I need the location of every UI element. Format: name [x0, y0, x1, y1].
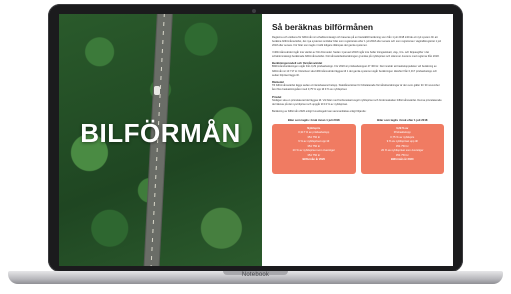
- comparison-boxes: Bilar som tagits i bruk innan 1 juli 201…: [272, 118, 444, 174]
- section-paragraph: Bilförmånsberäkningen utgår från 0,29 pr…: [272, 65, 437, 77]
- laptop: BILFÖRMÅN Så beräknas bilförmånen Regler…: [0, 0, 511, 294]
- card-line: 0,75 % av nybilspris: [390, 135, 415, 139]
- cover-page: BILFÖRMÅN: [59, 14, 262, 266]
- card-line: 20 % av nybilspriset som överstiger: [381, 149, 424, 153]
- webcam-icon: [252, 9, 256, 13]
- card-line: Bilförmån år 2020: [302, 158, 326, 162]
- card-line: Prisbasbelopp: [393, 131, 411, 135]
- card-line: 0,29 % av: [396, 126, 409, 130]
- card-line: 354 750 kr: [395, 153, 409, 157]
- card-line: 20 % av nybilspriset som överstiger: [292, 149, 335, 153]
- laptop-screen: BILFÖRMÅN Så beräknas bilförmånen Regler…: [59, 14, 453, 266]
- article-title: Så beräknas bilförmånen: [272, 22, 374, 32]
- card-line: 9 % av nybilspriset upp till: [386, 140, 418, 144]
- closing-paragraph: Beräkning av bilförmån 2020 enligt huvud…: [272, 109, 367, 113]
- card-line: 354 750 kr: [307, 153, 321, 157]
- comparison-heading: Bilar som tagits i bruk efter 1 juli 201…: [377, 117, 428, 122]
- comparison-column-before: Bilar som tagits i bruk innan 1 juli 201…: [272, 118, 356, 174]
- card-line: Bilförmån år 2020: [390, 158, 414, 162]
- card-line: 9 % av nybilspriset upp till: [298, 140, 330, 144]
- intro-paragraph: Reglerna och värdena för bilförmån är sc…: [272, 36, 441, 48]
- card-line: 354 750 kr: [395, 144, 409, 148]
- card-line: 0,317 % av prisbasbelopp: [298, 131, 330, 135]
- article-page: Så beräknas bilförmånen Reglerna och vär…: [262, 14, 453, 266]
- comparison-column-after: Bilar som tagits i bruk efter 1 juli 201…: [360, 117, 444, 174]
- comparison-card: Nybilspris 0,317 % av prisbasbelopp 354 …: [272, 123, 356, 174]
- card-line: Nybilspris: [307, 126, 321, 130]
- section-paragraph: Till bilförmånsvärdet läggs sedan ett rä…: [272, 84, 440, 92]
- device-brand-label: Notebook: [241, 272, 270, 278]
- intro-paragraph-2: I bilförmånsvärdet ingår inte värdet av …: [272, 50, 440, 58]
- card-line: 354 750 kr: [307, 144, 321, 148]
- card-line: 354 750 kr: [307, 135, 321, 139]
- comparison-heading: Bilar som tagits i bruk innan 1 juli 201…: [287, 117, 340, 122]
- comparison-card: 0,29 % av Prisbasbelopp 0,75 % av nybils…: [360, 123, 444, 174]
- cover-title: BILFÖRMÅN: [80, 118, 241, 148]
- section-paragraph: Slutligen ska en prisrelaterad del lägga…: [272, 98, 442, 107]
- car-image: [154, 86, 160, 95]
